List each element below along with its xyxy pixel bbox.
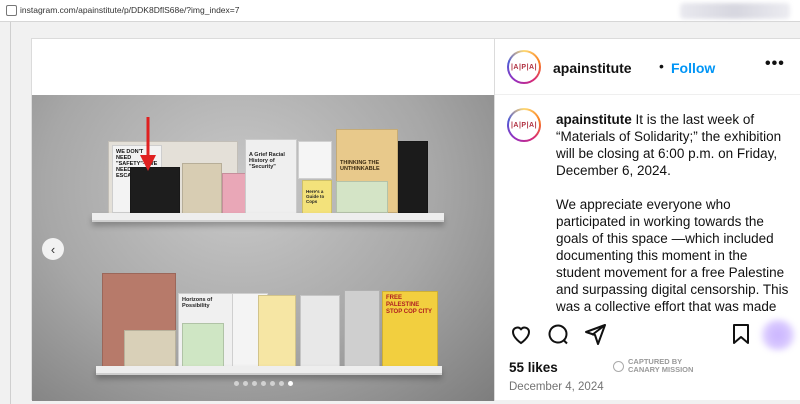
separator-dot: • [659, 58, 664, 74]
zine-cover [182, 323, 224, 368]
watermark: CAPTURED BY CANARY MISSION [613, 358, 693, 374]
blurred-toolbar-region [680, 3, 790, 19]
zine-cover: Here's a Guide to Cops [302, 180, 332, 214]
caption: apainstitute It is the last week of “Mat… [556, 111, 794, 314]
carousel-prev-button[interactable]: ‹ [42, 238, 64, 260]
caption-area[interactable]: |A|P|A| apainstitute It is the last week… [495, 96, 800, 314]
post-actions: CAPTURED BY CANARY MISSION 55 likes Dece… [495, 314, 800, 401]
browser-url-bar[interactable]: instagram.com/apainstitute/p/DDK8DflS68e… [0, 0, 800, 22]
carousel-dot [252, 381, 257, 386]
shelf-bottom [96, 366, 442, 375]
avatar[interactable]: |A|P|A| [507, 50, 541, 84]
carousel-dot [270, 381, 275, 386]
blurred-overlay [759, 319, 797, 351]
avatar-logo: |A|P|A| [510, 121, 538, 129]
zine-cover [300, 295, 340, 368]
zine-cover: FREE PALESTINE STOP COP CITY [382, 291, 438, 368]
zine-cover [336, 181, 388, 213]
carousel-dot [261, 381, 266, 386]
carousel-dot-active [288, 381, 293, 386]
bookmark-icon[interactable] [729, 322, 753, 346]
comment-icon[interactable] [546, 322, 570, 346]
carousel-dot [279, 381, 284, 386]
zine-cover [258, 295, 296, 368]
page-info-icon[interactable] [6, 5, 17, 16]
zine-cover: A Grief Racial History of "Security" [245, 139, 297, 215]
caption-text: We appreciate everyone who participated … [556, 197, 789, 314]
post-sidebar: |A|P|A| apainstitute • Follow ••• |A|P|A… [494, 39, 800, 401]
page-divider [10, 22, 11, 404]
zine-cover [124, 330, 176, 368]
post-date: December 4, 2024 [509, 381, 604, 393]
carousel-dot [243, 381, 248, 386]
chevron-left-icon: ‹ [50, 241, 56, 257]
username-link[interactable]: apainstitute [553, 60, 632, 76]
carousel-dot [234, 381, 239, 386]
zine-cover [182, 163, 222, 215]
likes-count[interactable]: 55 likes [509, 360, 558, 375]
avatar-logo: |A|P|A| [510, 63, 538, 71]
post-header: |A|P|A| apainstitute • Follow ••• [495, 39, 800, 95]
watermark-line: CANARY MISSION [628, 365, 694, 374]
zine-cover [298, 141, 332, 179]
url-text[interactable]: instagram.com/apainstitute/p/DDK8DflS68e… [20, 5, 239, 15]
avatar[interactable]: |A|P|A| [507, 108, 541, 142]
more-horizontal-icon[interactable]: ••• [765, 55, 785, 73]
zine-cover [398, 141, 428, 213]
instagram-post: WE DON'T NEED "SAFETY"—WE NEED TO ESCALA… [31, 38, 800, 401]
canary-logo-icon [613, 360, 624, 372]
carousel-dots [234, 381, 293, 386]
post-media[interactable]: WE DON'T NEED "SAFETY"—WE NEED TO ESCALA… [32, 95, 494, 401]
caption-username[interactable]: apainstitute [556, 112, 632, 127]
share-icon[interactable] [583, 322, 607, 346]
annotation-arrow-icon [140, 117, 156, 171]
shelf-top [92, 213, 444, 222]
zine-cover [344, 290, 380, 368]
zine-cover [130, 167, 180, 215]
heart-icon[interactable] [509, 322, 533, 346]
follow-button[interactable]: Follow [671, 60, 715, 76]
